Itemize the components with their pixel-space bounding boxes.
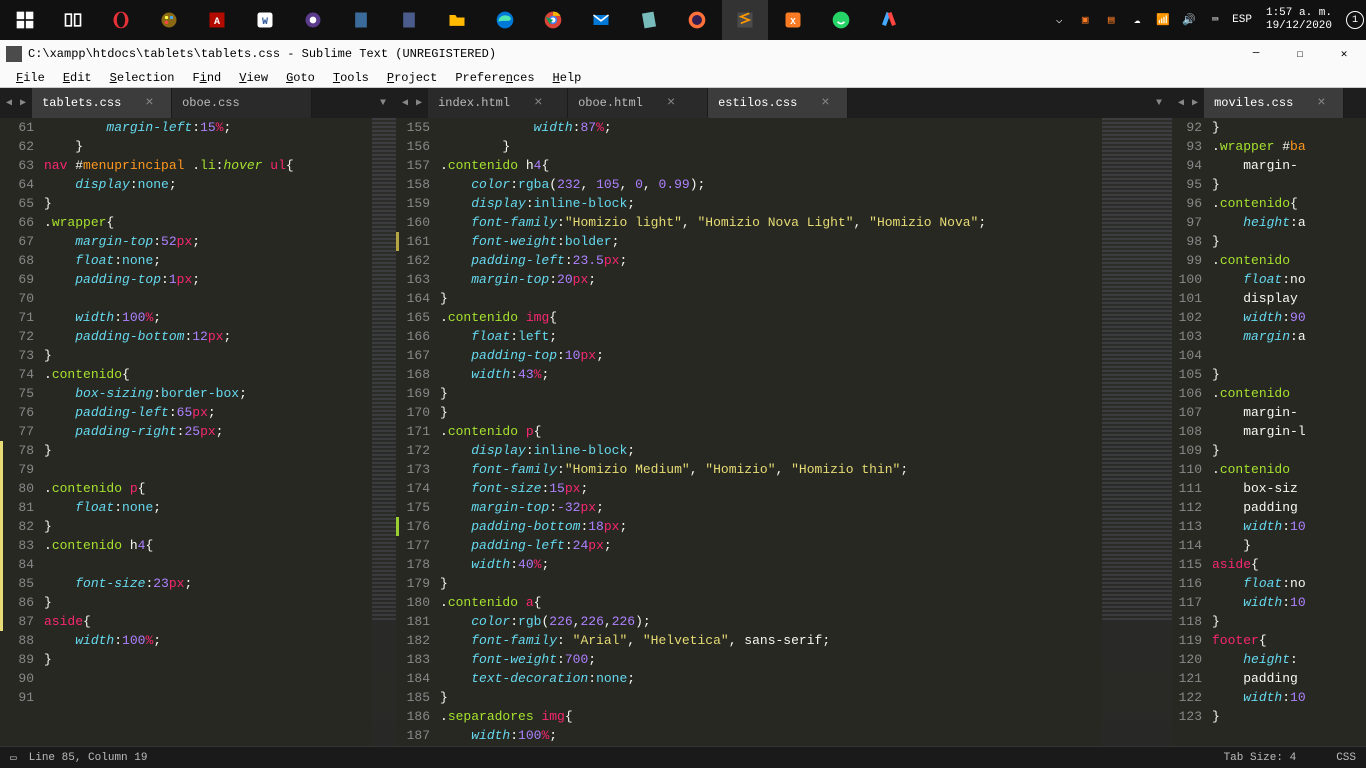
opera-icon[interactable] <box>98 0 144 40</box>
tab-close-icon[interactable]: × <box>821 95 829 111</box>
menu-file[interactable]: File <box>8 70 53 86</box>
app-icon[interactable] <box>290 0 336 40</box>
line-gutter: 6162636465666768697071727374757677787980… <box>0 118 44 707</box>
menu-edit[interactable]: Edit <box>55 70 100 86</box>
menu-tools[interactable]: Tools <box>325 70 377 86</box>
tabs-row: ◀▶ tablets.css × oboe.css ▼ ◀▶ index.html ×… <box>0 88 1366 118</box>
tab-scroll-arrows[interactable]: ◀▶ <box>0 88 32 118</box>
menu-selection[interactable]: Selection <box>102 70 183 86</box>
file-tab[interactable]: estilos.css × <box>708 88 848 118</box>
editor-pane-2[interactable]: 1551561571581591601611621631641651661671… <box>396 118 1172 746</box>
system-tray: ⌵ ▣ ▤ ☁ 📶 🔊 ⌨ ESP 1:57 a. m. 19/12/2020 … <box>1050 7 1364 33</box>
clock-date: 19/12/2020 <box>1266 20 1332 33</box>
tab-label: index.html <box>438 96 510 110</box>
editor-pane-1[interactable]: 6162636465666768697071727374757677787980… <box>0 118 396 746</box>
file-tab[interactable]: moviles.css × <box>1204 88 1344 118</box>
tab-scroll-arrows[interactable]: ◀▶ <box>1172 88 1204 118</box>
tray-wifi-icon[interactable]: 📶 <box>1154 11 1172 29</box>
tray-volume-icon[interactable]: 🔊 <box>1180 11 1198 29</box>
menu-find[interactable]: Find <box>184 70 229 86</box>
file-tab[interactable]: oboe.css <box>172 88 312 118</box>
edge-icon[interactable] <box>482 0 528 40</box>
app-icon[interactable] <box>866 0 912 40</box>
system-clock[interactable]: 1:57 a. m. 19/12/2020 <box>1260 7 1338 33</box>
file-tab[interactable]: tablets.css × <box>32 88 172 118</box>
tray-app-icon[interactable]: ▤ <box>1102 11 1120 29</box>
tab-group-3: ◀▶ moviles.css × <box>1172 88 1366 118</box>
task-view-icon[interactable] <box>50 0 96 40</box>
xampp-icon[interactable]: X <box>770 0 816 40</box>
tab-label: oboe.css <box>182 96 240 110</box>
code-area[interactable]: width:87%; }.contenido h4{ color:rgba(23… <box>396 118 1172 745</box>
editor-pane-3[interactable]: 9293949596979899100101102103104105106107… <box>1172 118 1366 746</box>
tab-close-icon[interactable]: × <box>534 95 542 111</box>
tab-dropdown-icon[interactable]: ▼ <box>1146 88 1172 118</box>
svg-text:W: W <box>262 17 268 28</box>
adobe-reader-icon[interactable]: A <box>194 0 240 40</box>
panel-switcher-icon[interactable]: ▭ <box>10 751 17 765</box>
code-area[interactable]: margin-left:15%; }nav #menuprincipal .li… <box>0 118 396 707</box>
file-tab[interactable]: index.html × <box>428 88 568 118</box>
tray-onedrive-icon[interactable]: ☁ <box>1128 11 1146 29</box>
word-icon[interactable]: W <box>242 0 288 40</box>
tab-dropdown-icon[interactable]: ▼ <box>370 88 396 118</box>
menu-goto[interactable]: Goto <box>278 70 323 86</box>
sublime-text-icon[interactable] <box>722 0 768 40</box>
start-button[interactable] <box>2 0 48 40</box>
mail-icon[interactable] <box>578 0 624 40</box>
firefox-icon[interactable] <box>674 0 720 40</box>
tray-chevron-icon[interactable]: ⌵ <box>1050 11 1068 29</box>
windows-taskbar: A W X ⌵ ▣ ▤ ☁ 📶 🔊 ⌨ ESP 1:57 a. m. 19/12… <box>0 0 1366 40</box>
editor-area: 6162636465666768697071727374757677787980… <box>0 118 1366 746</box>
syntax-mode[interactable]: CSS <box>1336 752 1356 764</box>
tab-label: estilos.css <box>718 96 797 110</box>
window-title: C:\xampp\htdocs\tablets\tablets.css - Su… <box>28 47 496 61</box>
menu-help[interactable]: Help <box>545 70 590 86</box>
tray-xampp-icon[interactable]: ▣ <box>1076 11 1094 29</box>
line-gutter: 9293949596979899100101102103104105106107… <box>1172 118 1212 726</box>
tab-group-1: ◀▶ tablets.css × oboe.css ▼ <box>0 88 396 118</box>
tray-keyboard-icon[interactable]: ⌨ <box>1206 11 1224 29</box>
app-icon <box>6 46 22 62</box>
menu-project[interactable]: Project <box>379 70 445 86</box>
tab-scroll-arrows[interactable]: ◀▶ <box>396 88 428 118</box>
clock-time: 1:57 a. m. <box>1266 7 1332 20</box>
language-indicator[interactable]: ESP <box>1232 14 1252 26</box>
menu-preferences[interactable]: Preferences <box>447 70 542 86</box>
app-icon[interactable] <box>626 0 672 40</box>
status-bar: ▭ Line 85, Column 19 Tab Size: 4 CSS <box>0 746 1366 768</box>
tab-label: oboe.html <box>578 96 643 110</box>
window-title-bar: C:\xampp\htdocs\tablets\tablets.css - Su… <box>0 40 1366 68</box>
chrome-icon[interactable] <box>530 0 576 40</box>
tab-close-icon[interactable]: × <box>145 95 153 111</box>
tab-group-2: ◀▶ index.html × oboe.html × estilos.css × ▼ <box>396 88 1172 118</box>
app-icon[interactable] <box>338 0 384 40</box>
file-tab[interactable]: oboe.html × <box>568 88 708 118</box>
tab-size[interactable]: Tab Size: 4 <box>1224 752 1297 764</box>
line-gutter: 1551561571581591601611621631641651661671… <box>396 118 440 745</box>
file-explorer-icon[interactable] <box>434 0 480 40</box>
paint-icon[interactable] <box>146 0 192 40</box>
menu-view[interactable]: View <box>231 70 276 86</box>
whatsapp-icon[interactable] <box>818 0 864 40</box>
maximize-button[interactable]: ☐ <box>1278 40 1322 68</box>
menu-bar: File Edit Selection Find View Goto Tools… <box>0 68 1366 88</box>
tab-label: tablets.css <box>42 96 121 110</box>
notifications-icon[interactable]: 1 <box>1346 11 1364 29</box>
taskbar-apps: A W X <box>2 0 912 40</box>
tab-close-icon[interactable]: × <box>667 95 675 111</box>
tab-close-icon[interactable]: × <box>1317 95 1325 111</box>
svg-text:A: A <box>214 17 220 28</box>
cursor-position[interactable]: Line 85, Column 19 <box>29 752 148 764</box>
svg-text:X: X <box>790 16 796 27</box>
app-icon[interactable] <box>386 0 432 40</box>
minimap[interactable] <box>372 118 396 746</box>
close-button[interactable]: ✕ <box>1322 40 1366 68</box>
minimize-button[interactable]: ─ <box>1234 40 1278 68</box>
minimap[interactable] <box>1102 118 1172 746</box>
tab-label: moviles.css <box>1214 96 1293 110</box>
